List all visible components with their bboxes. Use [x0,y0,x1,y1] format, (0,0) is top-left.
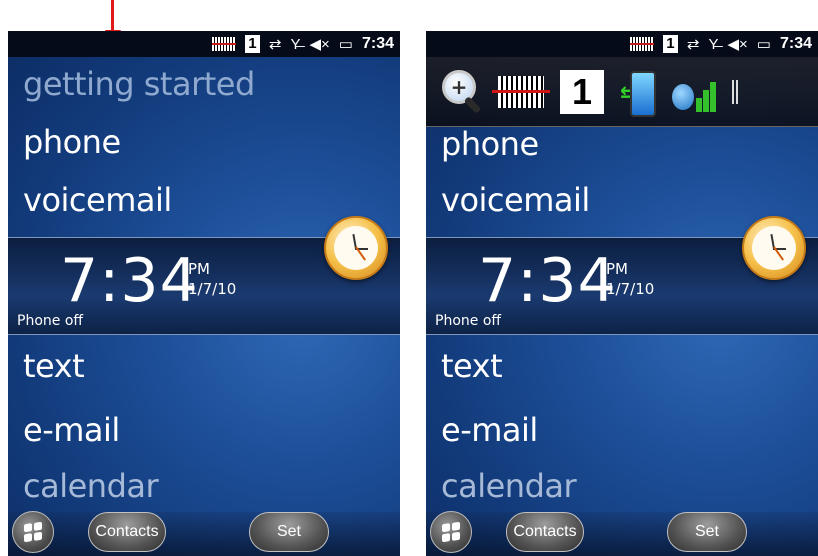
one-indicator[interactable]: 1 [244,35,260,53]
clock-ampm: PM [188,260,210,278]
more-icon[interactable] [732,79,740,104]
zoom-in-icon[interactable]: + [442,69,482,114]
no-signal-icon[interactable]: Y̶ [290,36,300,53]
status-bar: 1 ⇄ Y̶ ◀× ▭ 7:34 [426,31,818,57]
data-sync-icon[interactable]: ⇄ [269,35,282,53]
phone-status: Phone off [435,313,502,329]
set-button[interactable]: Set [249,512,329,552]
phone-screen-right: 1 ⇄ Y̶ ◀× ▭ 7:34 + 1 ⇆ phone voicemail 7… [426,31,818,556]
no-signal-icon[interactable]: Y̶ [708,36,718,53]
menu-item-voicemail[interactable]: voicemail [23,181,172,219]
phone-signal-icon[interactable] [672,70,716,114]
menu-item-voicemail[interactable]: voicemail [441,181,590,219]
clock-time: 7:34 [478,246,617,316]
status-time[interactable]: 7:34 [362,35,394,53]
clock-time: 7:34 [60,246,199,316]
battery-charging-icon[interactable]: ▭ [757,35,771,53]
barcode-icon[interactable] [629,37,654,51]
battery-charging-icon[interactable]: ▭ [339,35,353,53]
phone-screen-left: 1 ⇄ Y̶ ◀× ▭ 7:34 getting started phone v… [8,31,400,556]
data-sync-icon[interactable]: ⇄ [687,35,700,53]
quick-access-bar: + 1 ⇆ [426,57,818,127]
clock-date: 1/7/10 [606,280,655,298]
phone-sync-icon[interactable]: ⇆ [620,69,656,117]
status-bar: 1 ⇄ Y̶ ◀× ▭ 7:34 [8,31,400,57]
bottom-bar: Contacts Set [426,511,818,556]
set-button[interactable]: Set [667,512,747,552]
windows-start-button[interactable] [430,511,472,553]
menu-item-text[interactable]: text [23,347,85,385]
windows-start-button[interactable] [12,511,54,553]
menu-item-calendar[interactable]: calendar [441,467,577,505]
one-indicator[interactable]: 1 [662,35,678,53]
menu-item-phone[interactable]: phone [441,125,539,163]
bottom-bar: Contacts Set [8,511,400,556]
number-one-icon[interactable]: 1 [560,69,604,114]
clock-icon [324,216,388,280]
menu-item-getting-started[interactable]: getting started [23,65,255,103]
barcode-icon[interactable] [211,37,236,51]
clock-ampm: PM [606,260,628,278]
contacts-button[interactable]: Contacts [88,512,166,552]
contacts-button[interactable]: Contacts [506,512,584,552]
menu-item-email[interactable]: e-mail [441,411,538,449]
annotation-arrow-shaft [111,0,114,30]
windows-flag-icon [442,521,460,543]
clock-icon [742,216,806,280]
windows-flag-icon [24,521,42,543]
phone-status: Phone off [17,313,84,329]
menu-item-calendar[interactable]: calendar [23,467,159,505]
speaker-mute-icon[interactable]: ◀× [309,35,329,53]
clock-date: 1/7/10 [188,280,237,298]
menu-item-email[interactable]: e-mail [23,411,120,449]
barcode-scanner-icon[interactable] [492,75,550,108]
status-time[interactable]: 7:34 [780,35,812,53]
menu-item-text[interactable]: text [441,347,503,385]
menu-item-phone[interactable]: phone [23,123,121,161]
speaker-mute-icon[interactable]: ◀× [727,35,747,53]
